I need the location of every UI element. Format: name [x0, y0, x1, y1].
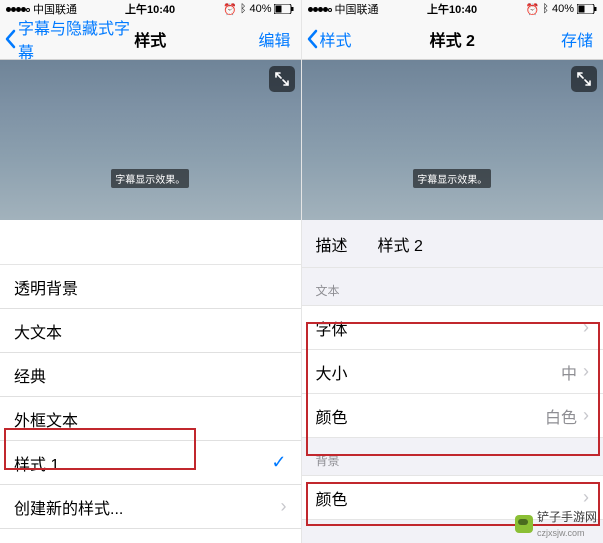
watermark-name: 铲子手游网 [537, 510, 597, 524]
size-value: 中 [561, 360, 577, 384]
subtitle-preview: 字幕显示效果。 [0, 60, 301, 220]
text-color-value: 白色 [545, 404, 577, 428]
expand-button[interactable] [269, 66, 295, 92]
nav-bar: 样式 样式 2 存储 [302, 18, 603, 60]
style-row-large-text[interactable]: 大文本 [0, 309, 301, 353]
battery-icon [274, 4, 294, 14]
alarm-icon: ⏰ [526, 3, 540, 16]
battery-icon [577, 4, 597, 14]
preview-caption: 字幕显示效果。 [111, 169, 189, 188]
style-row-style1[interactable]: 样式 1 ✓ [0, 441, 301, 485]
bluetooth-icon: ᛒ [542, 3, 549, 15]
alarm-icon: ⏰ [223, 3, 237, 16]
chevron-left-icon [4, 29, 16, 49]
signal-icon [6, 3, 30, 15]
back-button[interactable]: 字幕与隐藏式字幕 [0, 15, 144, 63]
signal-icon [308, 3, 332, 15]
preview-caption: 字幕显示效果。 [413, 169, 491, 188]
style-row-outline[interactable]: 外框文本 [0, 397, 301, 441]
nav-bar: 字幕与隐藏式字幕 样式 编辑 [0, 18, 301, 60]
battery-percent: 40% [249, 3, 271, 15]
chevron-right-icon: › [583, 405, 589, 426]
style-row-transparent[interactable]: 透明背景 [0, 265, 301, 309]
subtitle-preview: 字幕显示效果。 [302, 60, 603, 220]
size-row[interactable]: 大小 中 › [302, 350, 603, 394]
text-settings-list: 字体 › 大小 中 › 颜色 白色 › [302, 305, 603, 438]
save-button[interactable]: 存储 [561, 27, 603, 51]
section-header-bg: 背景 [302, 438, 603, 475]
expand-icon [275, 72, 289, 86]
back-button[interactable]: 样式 [302, 27, 352, 51]
watermark-url: czjxsjw.com [537, 528, 585, 538]
left-screen: 中国联通 上午10:40 ⏰ ᛒ 40% 字幕与隐藏式字幕 样式 编辑 字幕显示… [0, 0, 302, 543]
text-color-row[interactable]: 颜色 白色 › [302, 394, 603, 438]
watermark: 铲子手游网 czjxsjw.com [515, 508, 597, 539]
spacer [0, 220, 301, 264]
chevron-right-icon: › [583, 361, 589, 382]
watermark-logo-icon [515, 515, 533, 533]
back-label: 字幕与隐藏式字幕 [18, 15, 144, 63]
description-value: 样式 2 [378, 232, 423, 256]
description-row[interactable]: 描述 样式 2 [302, 220, 603, 268]
carrier-label: 中国联通 [335, 1, 379, 17]
chevron-left-icon [306, 29, 318, 49]
expand-button[interactable] [571, 66, 597, 92]
description-label: 描述 [316, 232, 348, 256]
battery-percent: 40% [552, 3, 574, 15]
right-screen: 中国联通 上午10:40 ⏰ ᛒ 40% 样式 样式 2 存储 字幕显示效果。 [302, 0, 603, 543]
font-row[interactable]: 字体 › [302, 306, 603, 350]
expand-icon [577, 72, 591, 86]
checkmark-icon: ✓ [271, 452, 286, 473]
bluetooth-icon: ᛒ [240, 3, 247, 15]
section-header-text: 文本 [302, 268, 603, 305]
chevron-right-icon: › [281, 496, 287, 517]
clock: 上午10:40 [427, 1, 477, 17]
style-list: 透明背景 大文本 经典 外框文本 样式 1 ✓ 创建新的样式... › [0, 264, 301, 529]
chevron-right-icon: › [583, 487, 589, 508]
status-bar: 中国联通 上午10:40 ⏰ ᛒ 40% [302, 0, 603, 18]
chevron-right-icon: › [583, 317, 589, 338]
style-row-classic[interactable]: 经典 [0, 353, 301, 397]
back-label: 样式 [320, 27, 352, 51]
create-new-style-row[interactable]: 创建新的样式... › [0, 485, 301, 529]
edit-button[interactable]: 编辑 [258, 27, 300, 51]
